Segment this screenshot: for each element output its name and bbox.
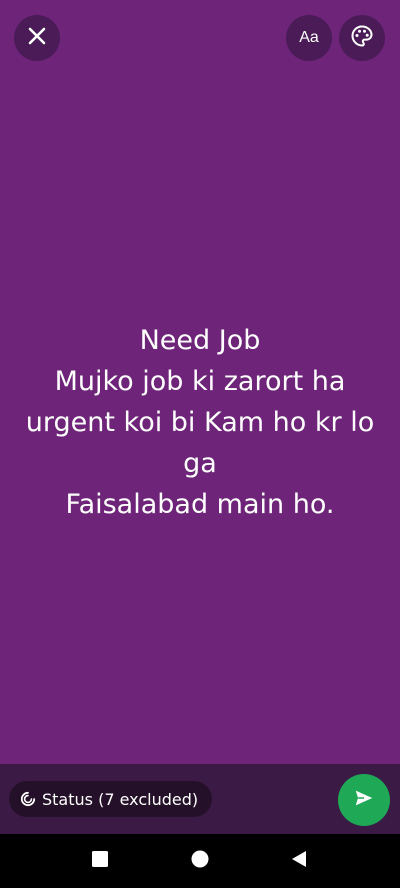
recents-button[interactable] (88, 849, 112, 873)
font-button-label: Aa (299, 29, 319, 46)
square-icon (91, 850, 109, 873)
back-button[interactable] (287, 849, 311, 873)
send-icon (353, 787, 375, 814)
status-text-input[interactable]: Need Job Mujko job ki zarort ha urgent k… (20, 320, 380, 525)
home-button[interactable] (188, 849, 212, 873)
circle-icon (191, 850, 209, 873)
status-privacy-label: Status (7 excluded) (42, 789, 199, 809)
palette-icon (350, 24, 374, 53)
triangle-back-icon (290, 850, 308, 873)
close-icon (27, 26, 47, 51)
system-navigation-bar (0, 834, 400, 888)
status-composer-screen: Aa Need Job Mujko job ki zarort ha urgen… (0, 0, 400, 888)
status-ring-icon (20, 791, 36, 807)
status-privacy-chip[interactable]: Status (7 excluded) (9, 781, 213, 817)
close-button[interactable] (14, 15, 60, 61)
send-button[interactable] (338, 774, 390, 826)
font-style-button[interactable]: Aa (286, 15, 332, 61)
color-palette-button[interactable] (339, 15, 385, 61)
